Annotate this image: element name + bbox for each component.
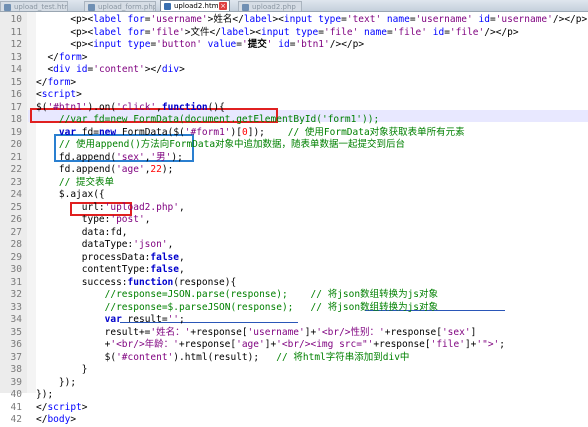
line-number: 39 bbox=[10, 376, 22, 388]
tab-label: upload2.php bbox=[252, 3, 296, 11]
file-icon bbox=[164, 3, 171, 10]
line-number: 23 bbox=[10, 176, 22, 188]
line-number: 37 bbox=[10, 351, 22, 363]
code-line: //var fd=new FormData(document.getElemen… bbox=[58, 114, 380, 125]
code-line: contentType:false, bbox=[36, 264, 185, 275]
code-line: // 使用append()方法向FormData对象中追加数据，随表单数据一起提… bbox=[58, 139, 406, 150]
code-line: <p><input type='button' value='提交' id='b… bbox=[36, 39, 365, 50]
code-line: <div id='content'></div> bbox=[36, 64, 185, 75]
line-number: 38 bbox=[10, 364, 22, 375]
line-number: 36 bbox=[10, 339, 22, 350]
code-line: <p><label for='username'>姓名</label><inpu… bbox=[36, 14, 588, 25]
code-line: success:function(response){ bbox=[36, 276, 237, 288]
code-line: $.ajax({ bbox=[36, 189, 105, 200]
line-number: 30 bbox=[10, 264, 22, 275]
line-number: 15 bbox=[10, 76, 22, 88]
line-number: 28 bbox=[10, 239, 22, 250]
tab-label: upload2.html bbox=[174, 2, 221, 10]
line-number: 16 bbox=[10, 89, 22, 100]
code-line: processData:false, bbox=[36, 251, 185, 263]
file-icon bbox=[4, 4, 11, 11]
tab-upload-form[interactable]: upload_form.php bbox=[84, 1, 156, 11]
line-number: 32 bbox=[10, 289, 22, 300]
line-number: 34 bbox=[10, 314, 22, 325]
line-number: 26 bbox=[10, 214, 22, 225]
code-line: //response=$.parseJSON(response); // 将js… bbox=[104, 301, 439, 313]
code-line: }); bbox=[36, 389, 54, 400]
line-number: 33 bbox=[10, 301, 22, 313]
tab-upload2-html[interactable]: upload2.html × bbox=[160, 0, 230, 11]
code-line: fd.append('sex','男'); bbox=[36, 151, 183, 163]
code-line: <script> bbox=[36, 89, 82, 100]
line-number: 40 bbox=[10, 389, 22, 400]
code-line: $('#content').html(result); // 将html字符串添… bbox=[36, 351, 410, 363]
line-number: 17 bbox=[10, 101, 22, 113]
tab-label: upload_form.php bbox=[98, 3, 156, 11]
line-number: 20 bbox=[10, 139, 22, 150]
line-number: 10 bbox=[10, 14, 22, 25]
code-line: url:'upload2.php', bbox=[36, 201, 185, 213]
line-number: 22 bbox=[10, 164, 22, 175]
code-line: data:fd, bbox=[36, 226, 128, 238]
code-line: dataType:'json', bbox=[36, 239, 174, 250]
fold-margin bbox=[27, 12, 36, 393]
line-number: 11 bbox=[10, 26, 22, 38]
file-icon bbox=[88, 4, 95, 11]
code-line: var fd=new FormData($('#form1')[0]); // … bbox=[58, 126, 465, 138]
code-line: +'<br/>年龄：'+response['age']+'<br/><img s… bbox=[36, 339, 506, 350]
code-line: </script> bbox=[36, 401, 88, 413]
tab-upload-test[interactable]: upload_test.html bbox=[0, 1, 68, 11]
line-number: 27 bbox=[10, 226, 22, 238]
line-number: 31 bbox=[10, 276, 22, 288]
line-number: 18 bbox=[10, 114, 22, 125]
code-line: }); bbox=[36, 376, 77, 388]
line-number: 42 bbox=[10, 414, 22, 425]
code-line: </body> bbox=[36, 414, 77, 425]
line-number: 25 bbox=[10, 201, 22, 213]
code-line: result+='姓名：'+response['username']+'<br/… bbox=[36, 326, 477, 338]
line-number: 19 bbox=[10, 126, 22, 138]
file-icon bbox=[242, 4, 249, 11]
line-number: 12 bbox=[10, 39, 22, 50]
tab-upload2-php[interactable]: upload2.php bbox=[238, 1, 302, 11]
line-number: 14 bbox=[10, 64, 22, 75]
line-number: 35 bbox=[10, 326, 22, 338]
tab-bar: upload_test.html upload_form.php upload2… bbox=[0, 0, 588, 12]
code-line: </form> bbox=[36, 76, 77, 88]
code-line: var result=''; bbox=[104, 314, 185, 325]
line-number: 21 bbox=[10, 151, 22, 163]
code-line: //response=JSON.parse(response); // 将jso… bbox=[104, 289, 439, 300]
code-line: fd.append('age',22); bbox=[36, 164, 174, 175]
line-number: 13 bbox=[10, 51, 22, 63]
line-number: 29 bbox=[10, 251, 22, 263]
code-line: } bbox=[36, 364, 88, 375]
code-line: $('#btn1').on('click',function(){ bbox=[36, 101, 225, 113]
line-number: 41 bbox=[10, 401, 22, 413]
code-line: </form> bbox=[36, 51, 88, 63]
line-number: 24 bbox=[10, 189, 22, 200]
close-icon[interactable]: × bbox=[219, 2, 227, 10]
code-line: // 提交表单 bbox=[58, 176, 115, 188]
code-line: <p><label for='file'>文件</label><input ty… bbox=[36, 26, 519, 38]
tab-label: upload_test.html bbox=[14, 3, 68, 11]
code-line: type:'post', bbox=[36, 214, 151, 225]
